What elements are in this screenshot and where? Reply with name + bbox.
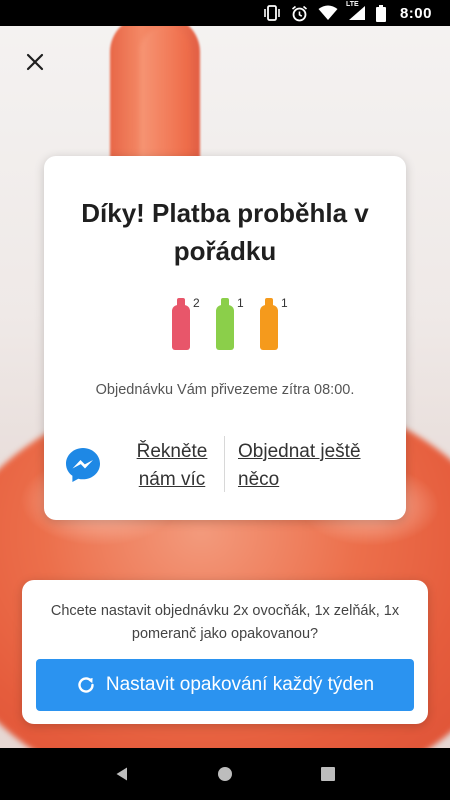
divider bbox=[224, 436, 225, 492]
status-time: 8:00 bbox=[399, 4, 432, 22]
tell-us-more-link[interactable]: Řekněte nám víc bbox=[124, 438, 220, 494]
battery-icon bbox=[375, 0, 386, 26]
repeat-order-card: Chcete nastavit objednávku 2x ovocňák, 1… bbox=[22, 580, 428, 724]
bottle-count: 2 bbox=[193, 296, 200, 310]
order-more-link[interactable]: Objednat ještě něco bbox=[238, 438, 378, 494]
set-weekly-repeat-button[interactable]: Nastavit opakování každý týden bbox=[36, 659, 414, 711]
delivery-info: Objednávku Vám přivezeme zítra 08:00. bbox=[95, 382, 355, 398]
recents-button[interactable] bbox=[308, 754, 348, 794]
bottle-count: 1 bbox=[281, 296, 288, 310]
set-weekly-repeat-label: Nastavit opakování každý týden bbox=[105, 674, 375, 695]
home-button[interactable] bbox=[205, 754, 245, 794]
status-bar: LTE 8:00 bbox=[0, 0, 450, 26]
wifi-icon bbox=[318, 0, 338, 26]
repeat-order-question: Chcete nastavit objednávku 2x ovocňák, 1… bbox=[50, 603, 400, 642]
lte-label: LTE bbox=[345, 1, 359, 8]
confirmation-actions: Řekněte nám víc Objednat ještě něco bbox=[44, 434, 406, 494]
confirmation-title: Díky! Platba proběhla v pořádku bbox=[81, 198, 369, 266]
recents-icon bbox=[321, 767, 336, 781]
vibrate-icon bbox=[263, 0, 281, 26]
home-icon bbox=[217, 767, 232, 781]
close-icon bbox=[26, 53, 44, 71]
bottle-pomeranc-icon: 1 bbox=[260, 296, 288, 350]
bottle-body bbox=[216, 305, 234, 350]
back-icon bbox=[116, 767, 127, 781]
messenger-icon bbox=[66, 448, 100, 482]
bottle-count: 1 bbox=[237, 296, 244, 310]
bottle-zelnak-icon: 1 bbox=[216, 296, 244, 350]
ordered-bottles: 2 1 1 bbox=[44, 296, 406, 350]
payment-confirmation-card: Díky! Platba proběhla v pořádku 2 1 1 Ob… bbox=[44, 156, 406, 520]
bottle-ovocnak-icon: 2 bbox=[172, 296, 200, 350]
bottle-body bbox=[172, 305, 190, 350]
back-button[interactable] bbox=[102, 754, 142, 794]
messenger-button[interactable] bbox=[64, 446, 102, 484]
alarm-icon bbox=[291, 0, 308, 26]
bottle-body bbox=[260, 305, 278, 350]
signal-lte-icon: LTE bbox=[345, 0, 366, 26]
navigation-bar bbox=[0, 748, 450, 800]
repeat-icon bbox=[78, 677, 94, 693]
close-button[interactable] bbox=[18, 45, 52, 79]
